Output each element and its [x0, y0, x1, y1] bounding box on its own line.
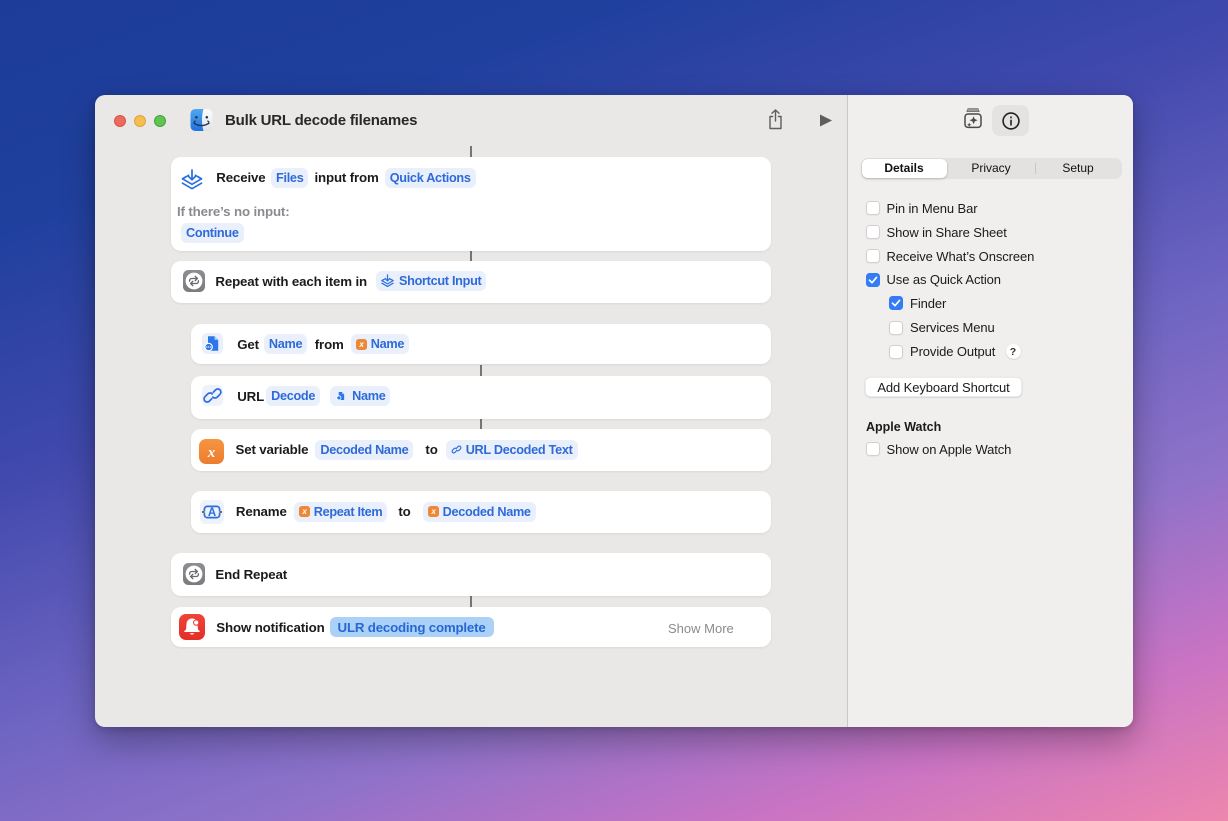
svg-text:A: A — [208, 507, 216, 519]
svg-text:x: x — [301, 507, 307, 516]
svg-text:x: x — [358, 340, 364, 349]
svg-text:x: x — [207, 444, 216, 460]
svg-text:x: x — [430, 507, 436, 516]
